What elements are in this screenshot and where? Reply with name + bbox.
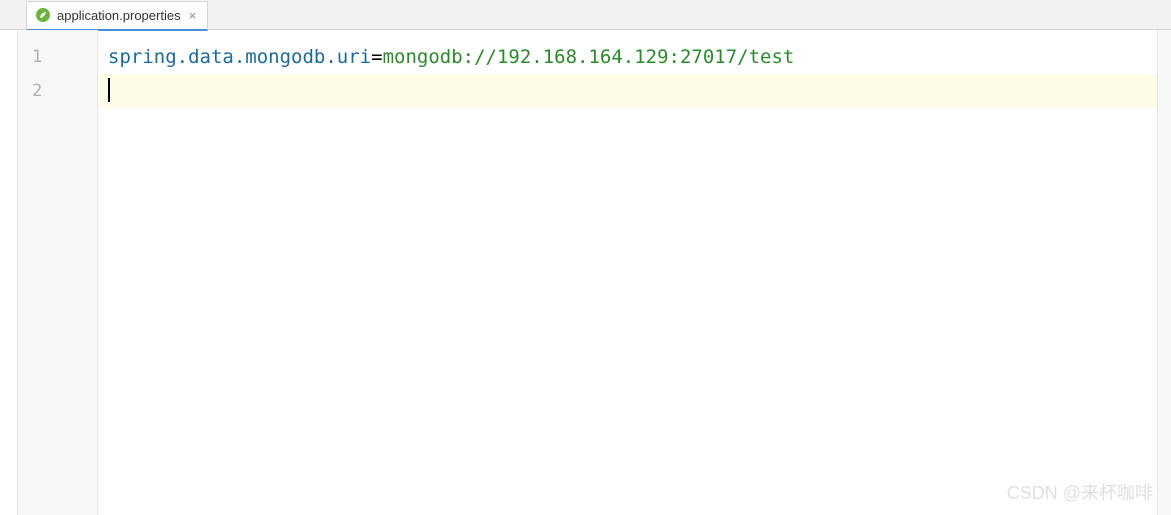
code-line[interactable]: spring.data.mongodb.uri=mongodb://192.16… xyxy=(98,40,1157,74)
left-margin xyxy=(0,30,18,515)
scrollbar[interactable] xyxy=(1157,30,1171,515)
property-key: spring.data.mongodb.uri xyxy=(108,46,371,68)
file-tab[interactable]: application.properties × xyxy=(26,1,208,31)
code-line-current[interactable] xyxy=(98,74,1157,108)
editor-container: application.properties × 1 2 spring.data… xyxy=(0,0,1171,515)
line-number: 2 xyxy=(18,74,97,108)
editor-body: 1 2 spring.data.mongodb.uri=mongodb://19… xyxy=(0,30,1171,515)
spring-leaf-icon xyxy=(35,7,51,23)
text-cursor xyxy=(108,78,110,102)
tab-bar: application.properties × xyxy=(0,0,1171,30)
gutter: 1 2 xyxy=(18,30,98,515)
line-number: 1 xyxy=(18,40,97,74)
close-icon[interactable]: × xyxy=(187,9,199,21)
property-equals: = xyxy=(371,46,382,68)
tab-filename: application.properties xyxy=(57,8,181,23)
property-value: mongodb://192.168.164.129:27017/test xyxy=(383,46,795,68)
code-area[interactable]: spring.data.mongodb.uri=mongodb://192.16… xyxy=(98,30,1157,515)
